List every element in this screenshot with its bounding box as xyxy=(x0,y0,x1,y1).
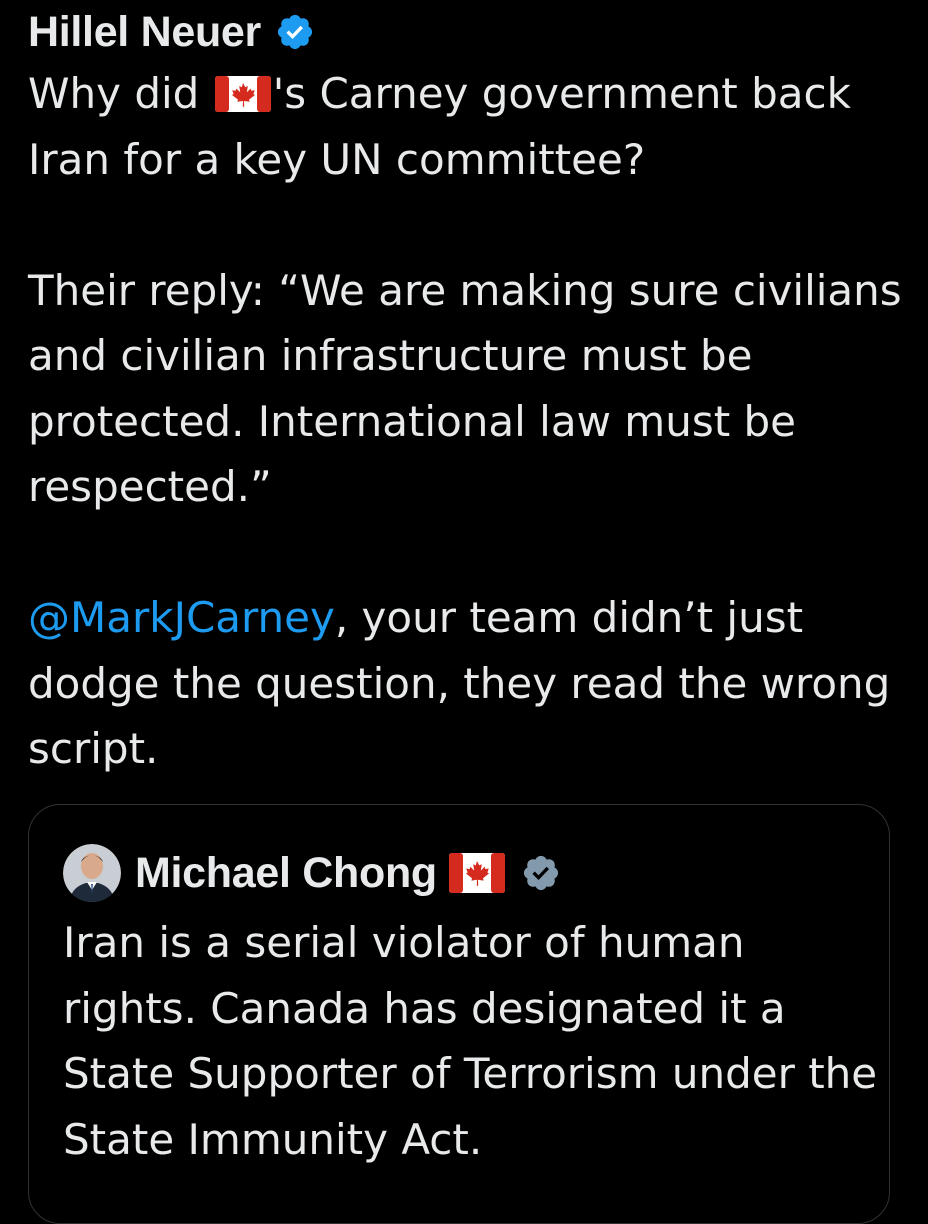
avatar[interactable] xyxy=(63,844,121,902)
tweet-header: Hillel Neuer xyxy=(28,0,908,64)
tweet-paragraph-2: Their reply: “We are making sure civilia… xyxy=(28,265,902,512)
author-name[interactable]: Hillel Neuer xyxy=(28,8,261,57)
quoted-tweet-text: Iran is a serial violator of human right… xyxy=(63,918,878,1164)
verified-badge-icon[interactable] xyxy=(275,12,315,52)
tweet-text-segment: Why did xyxy=(28,69,213,118)
canada-flag-icon xyxy=(214,76,271,112)
quoted-tweet-card[interactable]: Michael Chong Iran is a serial violator … xyxy=(28,804,890,1224)
mention-link[interactable]: @MarkJCarney xyxy=(28,593,335,642)
tweet-text: Why did 's Carney government back Iran f… xyxy=(28,61,908,782)
tweet-paragraph-1: Why did 's Carney government back Iran f… xyxy=(28,61,908,192)
quoted-author-name[interactable]: Michael Chong xyxy=(135,849,437,898)
verified-badge-icon[interactable] xyxy=(521,853,561,893)
tweet-paragraph-3: @MarkJCarney, your team didn’t just dodg… xyxy=(28,585,908,782)
quoted-tweet-header: Michael Chong xyxy=(63,841,561,905)
canada-flag-icon xyxy=(448,853,505,893)
tweet: Hillel Neuer Why did 's Carney governmen… xyxy=(28,0,908,782)
